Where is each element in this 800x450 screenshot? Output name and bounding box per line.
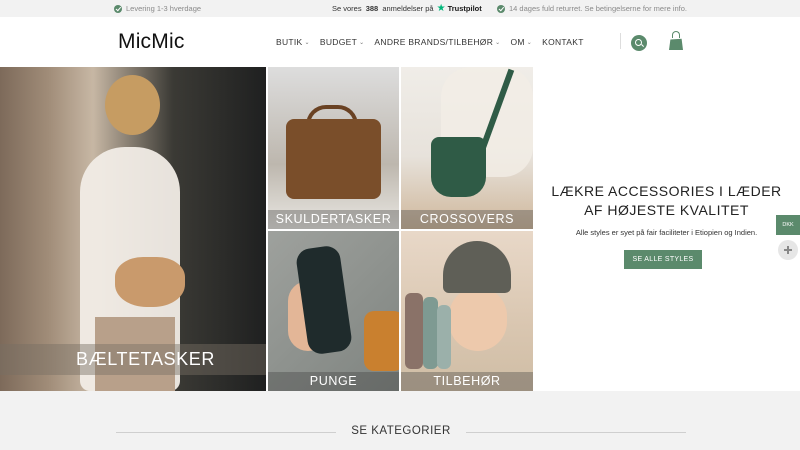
delivery-text: Levering 1-3 hverdage xyxy=(126,4,202,13)
reviews-prefix: Se vores xyxy=(332,4,362,13)
site-logo[interactable]: MicMic xyxy=(118,30,185,54)
category-tile-tilbehor[interactable]: TILBEHØR xyxy=(401,231,533,391)
trustpilot-name: Trustpilot xyxy=(447,4,482,13)
plus-icon[interactable] xyxy=(778,240,798,260)
chevron-down-icon: ⌄ xyxy=(304,39,310,46)
tile-label: CROSSOVERS xyxy=(401,210,533,229)
beanie-image xyxy=(443,241,511,293)
trustpilot-reviews[interactable]: Se vores 388 anmeldelser på ★ Trustpilot xyxy=(332,0,482,17)
promo-subtitle: Alle styles er syet på fair faciliteter … xyxy=(575,228,758,237)
chevron-down-icon: ⌄ xyxy=(359,39,365,46)
return-text: 14 dages fuld returret. Se betingelserne… xyxy=(509,4,688,13)
divider-line xyxy=(116,432,336,433)
promo-title-line1: LÆKRE ACCESSORIES I LÆDER xyxy=(551,183,782,199)
return-info: 14 dages fuld returret. Se betingelserne… xyxy=(497,0,687,17)
shoulder-bag-image xyxy=(286,119,381,199)
bottle-image xyxy=(423,297,438,369)
nav-label: KONTAKT xyxy=(542,37,584,47)
tile-label: BÆLTETASKER xyxy=(0,344,266,375)
top-info-bar: Levering 1-3 hverdage Se vores 388 anmel… xyxy=(0,0,800,17)
category-tile-skuldertasker[interactable]: SKULDERTASKER xyxy=(268,67,399,229)
category-tile-punge[interactable]: PUNGE xyxy=(268,231,399,391)
category-tile-crossovers[interactable]: CROSSOVERS xyxy=(401,67,533,229)
shopping-bag-icon[interactable] xyxy=(669,38,683,50)
chevron-down-icon: ⌄ xyxy=(495,39,501,46)
tile-label: PUNGE xyxy=(268,372,399,391)
reviews-suffix: anmeldelser på xyxy=(382,4,434,13)
categories-section xyxy=(0,391,800,450)
site-header: MicMic BUTIK ⌄ BUDGET ⌄ ANDRE BRANDS/TILBE… xyxy=(0,17,800,67)
nav-item-andre-brands[interactable]: ANDRE BRANDS/TILBEHØR ⌄ xyxy=(374,37,500,47)
reviews-count: 388 xyxy=(365,4,379,13)
category-tile-beltetasker[interactable]: BÆLTETASKER xyxy=(0,67,266,391)
tile-label: TILBEHØR xyxy=(401,372,533,391)
check-circle-icon xyxy=(114,4,122,13)
nav-label: BUTIK xyxy=(276,37,303,47)
crossover-bag-image xyxy=(431,137,486,197)
header-divider xyxy=(620,33,621,49)
nav-item-budget[interactable]: BUDGET ⌄ xyxy=(320,37,365,47)
belt-bag-image xyxy=(115,257,185,307)
nav-item-kontakt[interactable]: KONTAKT xyxy=(542,37,584,47)
promo-title-line2: AF HØJESTE KVALITET xyxy=(584,202,749,218)
nav-item-om[interactable]: OM ⌄ xyxy=(510,37,532,47)
nav-label: ANDRE BRANDS/TILBEHØR xyxy=(374,37,494,47)
tile-label: SKULDERTASKER xyxy=(268,210,399,229)
categories-title: SE KATEGORIER xyxy=(351,425,451,437)
bottle-image xyxy=(437,305,451,369)
check-circle-icon xyxy=(497,4,505,13)
promo-title: LÆKRE ACCESSORIES I LÆDER AF HØJESTE KVA… xyxy=(533,182,800,220)
bottle-image xyxy=(405,293,423,369)
main-nav: BUTIK ⌄ BUDGET ⌄ ANDRE BRANDS/TILBEHØR ⌄ OM… xyxy=(276,37,594,47)
divider-line xyxy=(466,432,686,433)
nav-item-butik[interactable]: BUTIK ⌄ xyxy=(276,37,310,47)
promo-panel: LÆKRE ACCESSORIES I LÆDER AF HØJESTE KVA… xyxy=(533,67,800,391)
sleeve-image xyxy=(364,311,399,371)
currency-switcher[interactable]: DKK xyxy=(776,215,800,235)
delivery-info: Levering 1-3 hverdage xyxy=(114,0,201,17)
shopping-bag-handle xyxy=(672,31,680,38)
model-face xyxy=(449,287,507,351)
see-all-styles-button[interactable]: SE ALLE STYLES xyxy=(624,250,702,269)
nav-label: BUDGET xyxy=(319,37,358,47)
model-hair xyxy=(105,75,160,135)
chevron-down-icon: ⌄ xyxy=(526,39,533,46)
search-icon[interactable] xyxy=(631,35,647,51)
trustpilot-star-icon: ★ xyxy=(436,3,446,14)
nav-label: OM xyxy=(510,37,525,47)
